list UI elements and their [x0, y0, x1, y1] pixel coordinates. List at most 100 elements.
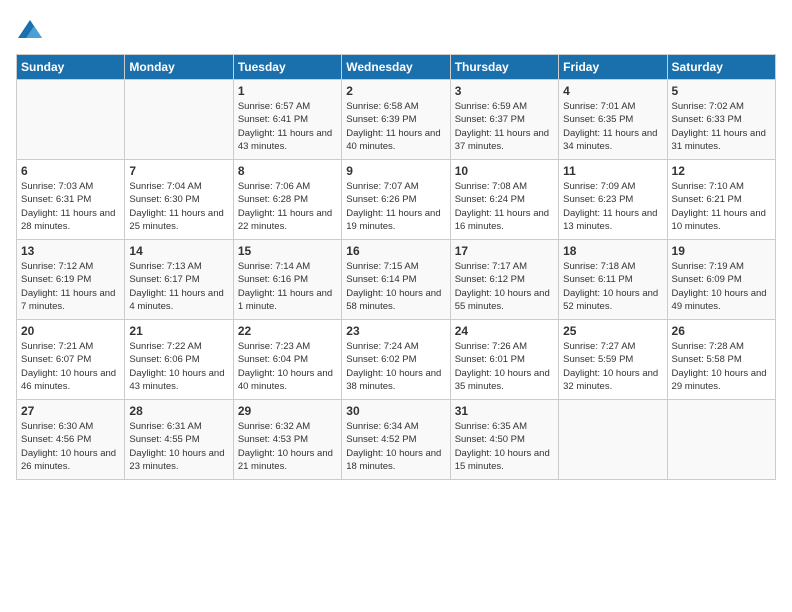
day-detail: Sunrise: 6:32 AM Sunset: 4:53 PM Dayligh…	[238, 420, 337, 473]
column-header-friday: Friday	[559, 55, 667, 80]
day-detail: Sunrise: 6:59 AM Sunset: 6:37 PM Dayligh…	[455, 100, 554, 153]
day-number: 24	[455, 324, 554, 338]
calendar-week-row: 20 Sunrise: 7:21 AM Sunset: 6:07 PM Dayli…	[17, 320, 776, 400]
day-detail: Sunrise: 7:18 AM Sunset: 6:11 PM Dayligh…	[563, 260, 662, 313]
day-detail: Sunrise: 7:19 AM Sunset: 6:09 PM Dayligh…	[672, 260, 771, 313]
calendar-cell: 24 Sunrise: 7:26 AM Sunset: 6:01 PM Dayli…	[450, 320, 558, 400]
calendar-cell: 18 Sunrise: 7:18 AM Sunset: 6:11 PM Dayli…	[559, 240, 667, 320]
day-detail: Sunrise: 7:08 AM Sunset: 6:24 PM Dayligh…	[455, 180, 554, 233]
column-header-saturday: Saturday	[667, 55, 775, 80]
day-number: 16	[346, 244, 445, 258]
calendar-week-row: 6 Sunrise: 7:03 AM Sunset: 6:31 PM Daylig…	[17, 160, 776, 240]
day-number: 4	[563, 84, 662, 98]
day-detail: Sunrise: 7:03 AM Sunset: 6:31 PM Dayligh…	[21, 180, 120, 233]
calendar-cell: 2 Sunrise: 6:58 AM Sunset: 6:39 PM Daylig…	[342, 80, 450, 160]
day-detail: Sunrise: 6:35 AM Sunset: 4:50 PM Dayligh…	[455, 420, 554, 473]
calendar-cell: 4 Sunrise: 7:01 AM Sunset: 6:35 PM Daylig…	[559, 80, 667, 160]
day-detail: Sunrise: 7:10 AM Sunset: 6:21 PM Dayligh…	[672, 180, 771, 233]
day-number: 6	[21, 164, 120, 178]
logo	[16, 16, 48, 44]
day-number: 2	[346, 84, 445, 98]
column-header-monday: Monday	[125, 55, 233, 80]
day-detail: Sunrise: 6:58 AM Sunset: 6:39 PM Dayligh…	[346, 100, 445, 153]
day-detail: Sunrise: 7:01 AM Sunset: 6:35 PM Dayligh…	[563, 100, 662, 153]
day-number: 17	[455, 244, 554, 258]
calendar-cell: 13Sunrise: 7:12 AM Sunset: 6:19 PM Dayli…	[17, 240, 125, 320]
day-number: 23	[346, 324, 445, 338]
column-header-thursday: Thursday	[450, 55, 558, 80]
calendar-cell: 3 Sunrise: 6:59 AM Sunset: 6:37 PM Daylig…	[450, 80, 558, 160]
day-number: 25	[563, 324, 662, 338]
day-detail: Sunrise: 7:23 AM Sunset: 6:04 PM Dayligh…	[238, 340, 337, 393]
calendar-cell: 25 Sunrise: 7:27 AM Sunset: 5:59 PM Dayli…	[559, 320, 667, 400]
day-detail: Sunrise: 7:02 AM Sunset: 6:33 PM Dayligh…	[672, 100, 771, 153]
day-detail: Sunrise: 7:06 AM Sunset: 6:28 PM Dayligh…	[238, 180, 337, 233]
page-header	[16, 16, 776, 44]
calendar-cell: 31 Sunrise: 6:35 AM Sunset: 4:50 PM Dayli…	[450, 400, 558, 480]
day-number: 5	[672, 84, 771, 98]
calendar-cell: 10 Sunrise: 7:08 AM Sunset: 6:24 PM Dayli…	[450, 160, 558, 240]
calendar-cell: 26Sunrise: 7:28 AM Sunset: 5:58 PM Dayli…	[667, 320, 775, 400]
day-number: 8	[238, 164, 337, 178]
day-detail: Sunrise: 7:14 AM Sunset: 6:16 PM Dayligh…	[238, 260, 337, 313]
day-number: 20	[21, 324, 120, 338]
day-number: 11	[563, 164, 662, 178]
calendar-cell: 19Sunrise: 7:19 AM Sunset: 6:09 PM Dayli…	[667, 240, 775, 320]
column-header-tuesday: Tuesday	[233, 55, 341, 80]
day-number: 9	[346, 164, 445, 178]
day-detail: Sunrise: 7:27 AM Sunset: 5:59 PM Dayligh…	[563, 340, 662, 393]
calendar-cell: 15 Sunrise: 7:14 AM Sunset: 6:16 PM Dayli…	[233, 240, 341, 320]
calendar-cell: 8 Sunrise: 7:06 AM Sunset: 6:28 PM Daylig…	[233, 160, 341, 240]
column-header-wednesday: Wednesday	[342, 55, 450, 80]
day-detail: Sunrise: 7:07 AM Sunset: 6:26 PM Dayligh…	[346, 180, 445, 233]
calendar-cell: 28 Sunrise: 6:31 AM Sunset: 4:55 PM Dayli…	[125, 400, 233, 480]
day-number: 15	[238, 244, 337, 258]
day-number: 3	[455, 84, 554, 98]
day-detail: Sunrise: 7:26 AM Sunset: 6:01 PM Dayligh…	[455, 340, 554, 393]
day-detail: Sunrise: 7:04 AM Sunset: 6:30 PM Dayligh…	[129, 180, 228, 233]
calendar-cell: 30Sunrise: 6:34 AM Sunset: 4:52 PM Dayli…	[342, 400, 450, 480]
day-detail: Sunrise: 7:15 AM Sunset: 6:14 PM Dayligh…	[346, 260, 445, 313]
day-detail: Sunrise: 7:24 AM Sunset: 6:02 PM Dayligh…	[346, 340, 445, 393]
column-header-sunday: Sunday	[17, 55, 125, 80]
calendar-cell	[559, 400, 667, 480]
calendar-cell: 5 Sunrise: 7:02 AM Sunset: 6:33 PM Daylig…	[667, 80, 775, 160]
calendar-week-row: 13Sunrise: 7:12 AM Sunset: 6:19 PM Dayli…	[17, 240, 776, 320]
calendar-cell: 21 Sunrise: 7:22 AM Sunset: 6:06 PM Dayli…	[125, 320, 233, 400]
day-detail: Sunrise: 7:17 AM Sunset: 6:12 PM Dayligh…	[455, 260, 554, 313]
day-detail: Sunrise: 6:31 AM Sunset: 4:55 PM Dayligh…	[129, 420, 228, 473]
day-number: 1	[238, 84, 337, 98]
calendar-cell: 22 Sunrise: 7:23 AM Sunset: 6:04 PM Dayli…	[233, 320, 341, 400]
calendar-week-row: 1 Sunrise: 6:57 AM Sunset: 6:41 PM Daylig…	[17, 80, 776, 160]
day-number: 7	[129, 164, 228, 178]
calendar-cell: 17 Sunrise: 7:17 AM Sunset: 6:12 PM Dayli…	[450, 240, 558, 320]
day-number: 10	[455, 164, 554, 178]
day-number: 13	[21, 244, 120, 258]
day-detail: Sunrise: 7:22 AM Sunset: 6:06 PM Dayligh…	[129, 340, 228, 393]
day-detail: Sunrise: 6:57 AM Sunset: 6:41 PM Dayligh…	[238, 100, 337, 153]
day-number: 28	[129, 404, 228, 418]
day-detail: Sunrise: 6:30 AM Sunset: 4:56 PM Dayligh…	[21, 420, 120, 473]
calendar-cell: 20 Sunrise: 7:21 AM Sunset: 6:07 PM Dayli…	[17, 320, 125, 400]
day-number: 22	[238, 324, 337, 338]
calendar-cell: 14Sunrise: 7:13 AM Sunset: 6:17 PM Dayli…	[125, 240, 233, 320]
calendar-cell: 6 Sunrise: 7:03 AM Sunset: 6:31 PM Daylig…	[17, 160, 125, 240]
calendar-table: SundayMondayTuesdayWednesdayThursdayFrid…	[16, 54, 776, 480]
day-detail: Sunrise: 6:34 AM Sunset: 4:52 PM Dayligh…	[346, 420, 445, 473]
day-detail: Sunrise: 7:28 AM Sunset: 5:58 PM Dayligh…	[672, 340, 771, 393]
calendar-cell: 27 Sunrise: 6:30 AM Sunset: 4:56 PM Dayli…	[17, 400, 125, 480]
calendar-cell: 11 Sunrise: 7:09 AM Sunset: 6:23 PM Dayli…	[559, 160, 667, 240]
day-number: 27	[21, 404, 120, 418]
calendar-cell: 16 Sunrise: 7:15 AM Sunset: 6:14 PM Dayli…	[342, 240, 450, 320]
day-number: 21	[129, 324, 228, 338]
calendar-cell: 1 Sunrise: 6:57 AM Sunset: 6:41 PM Daylig…	[233, 80, 341, 160]
day-number: 29	[238, 404, 337, 418]
calendar-cell	[125, 80, 233, 160]
day-detail: Sunrise: 7:21 AM Sunset: 6:07 PM Dayligh…	[21, 340, 120, 393]
calendar-cell: 29 Sunrise: 6:32 AM Sunset: 4:53 PM Dayli…	[233, 400, 341, 480]
day-number: 18	[563, 244, 662, 258]
day-number: 31	[455, 404, 554, 418]
day-detail: Sunrise: 7:13 AM Sunset: 6:17 PM Dayligh…	[129, 260, 228, 313]
calendar-week-row: 27 Sunrise: 6:30 AM Sunset: 4:56 PM Dayli…	[17, 400, 776, 480]
day-detail: Sunrise: 7:09 AM Sunset: 6:23 PM Dayligh…	[563, 180, 662, 233]
